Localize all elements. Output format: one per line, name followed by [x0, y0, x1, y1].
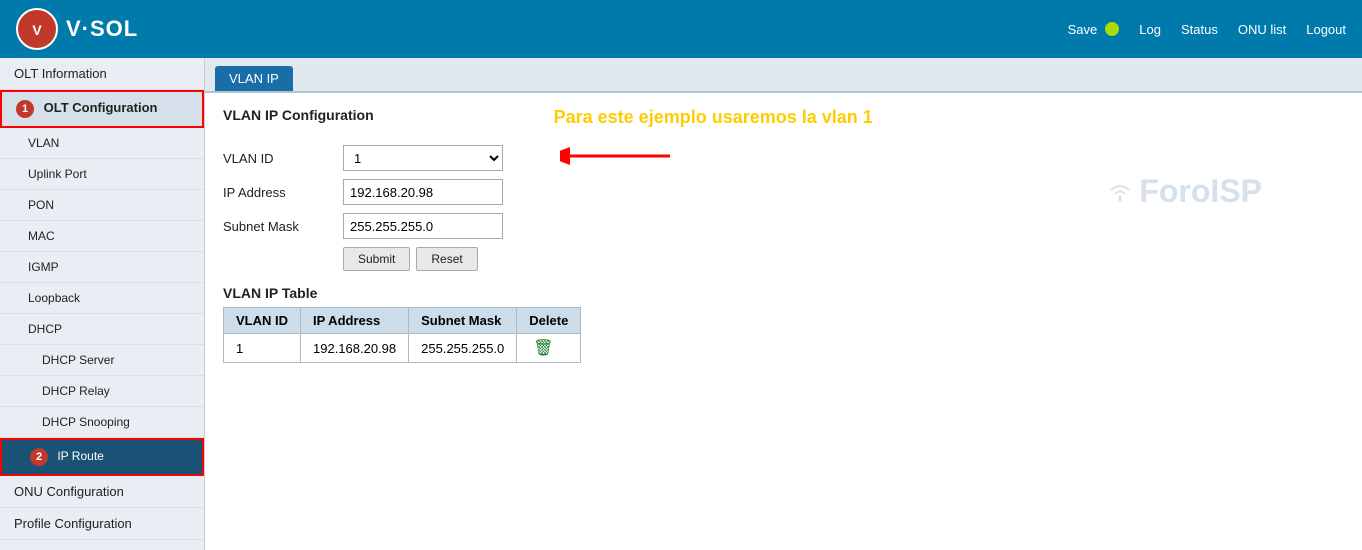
- vsol-logo-icon: V: [16, 8, 58, 50]
- sidebar-item-dhcp-relay[interactable]: DHCP Relay: [0, 376, 204, 407]
- col-subnet-mask: Subnet Mask: [409, 308, 517, 334]
- delete-row-button[interactable]: 🗑: [529, 338, 557, 358]
- sidebar-item-uplink-port[interactable]: Uplink Port: [0, 159, 204, 190]
- sidebar-item-loopback[interactable]: Loopback: [0, 283, 204, 314]
- sidebar-item-dhcp-server[interactable]: DHCP Server: [0, 345, 204, 376]
- sidebar-item-vlan[interactable]: VLAN: [0, 128, 204, 159]
- status-indicator: [1105, 22, 1119, 36]
- sidebar-item-dhcp[interactable]: DHCP: [0, 314, 204, 345]
- sidebar-item-igmp[interactable]: IGMP: [0, 252, 204, 283]
- sidebar-item-profile-configuration[interactable]: Profile Configuration: [0, 508, 204, 540]
- header-nav: Log Status ONU list Logout: [1139, 22, 1346, 37]
- watermark: ForoISP: [1105, 173, 1262, 210]
- nav-status[interactable]: Status: [1181, 22, 1218, 37]
- sidebar: OLT Information 1 OLT Configuration VLAN…: [0, 58, 205, 550]
- logo-area: V V·SOL: [16, 8, 138, 50]
- table-section-title: VLAN IP Table: [223, 285, 1344, 301]
- vlan-id-label: VLAN ID: [223, 151, 343, 166]
- form-row-vlan-id: VLAN ID 1 2 3: [223, 145, 1344, 171]
- ip-address-input[interactable]: [343, 179, 503, 205]
- sidebar-item-dhcp-snooping[interactable]: DHCP Snooping: [0, 407, 204, 438]
- logo-text: V·SOL: [66, 16, 138, 42]
- annotation-text: Para este ejemplo usaremos la vlan 1: [554, 107, 873, 128]
- header-save: Save: [1068, 22, 1120, 37]
- badge-2: 2: [30, 448, 48, 466]
- sidebar-label-loopback: Loopback: [28, 291, 80, 305]
- row-delete-cell: 🗑: [517, 334, 581, 363]
- main-content: VLAN IP VLAN IP Configuration Para este …: [205, 58, 1362, 550]
- nav-onu-list[interactable]: ONU list: [1238, 22, 1286, 37]
- row-subnet-mask: 255.255.255.0: [409, 334, 517, 363]
- subnet-mask-label: Subnet Mask: [223, 219, 343, 234]
- badge-1: 1: [16, 100, 34, 118]
- sidebar-item-system-configuration[interactable]: System Configuration: [0, 540, 204, 550]
- content-area: VLAN IP Configuration Para este ejemplo …: [205, 93, 1362, 377]
- sidebar-label-dhcp-snooping: DHCP Snooping: [42, 415, 130, 429]
- annotation-area: Para este ejemplo usaremos la vlan 1: [554, 107, 873, 128]
- sidebar-label-olt-configuration: OLT Configuration: [44, 100, 158, 115]
- sidebar-item-ip-route[interactable]: 2 IP Route: [0, 438, 204, 476]
- layout: OLT Information 1 OLT Configuration VLAN…: [0, 58, 1362, 550]
- col-vlan-id: VLAN ID: [224, 308, 301, 334]
- sidebar-item-olt-information[interactable]: OLT Information: [0, 58, 204, 90]
- vlan-id-select[interactable]: 1 2 3: [343, 145, 503, 171]
- ip-address-label: IP Address: [223, 185, 343, 200]
- nav-logout[interactable]: Logout: [1306, 22, 1346, 37]
- sidebar-item-olt-configuration[interactable]: 1 OLT Configuration: [0, 90, 204, 128]
- sidebar-item-pon[interactable]: PON: [0, 190, 204, 221]
- submit-button[interactable]: Submit: [343, 247, 410, 271]
- col-ip-address: IP Address: [301, 308, 409, 334]
- sidebar-label-ip-route: IP Route: [57, 449, 103, 463]
- sidebar-label-uplink-port: Uplink Port: [28, 167, 87, 181]
- section-title: VLAN IP Configuration: [223, 107, 374, 123]
- title-row: VLAN IP Configuration Para este ejemplo …: [223, 107, 1344, 135]
- tab-bar: VLAN IP: [205, 58, 1362, 93]
- sidebar-item-onu-configuration[interactable]: ONU Configuration: [0, 476, 204, 508]
- sidebar-label-mac: MAC: [28, 229, 55, 243]
- foro-wifi-icon: [1105, 177, 1135, 207]
- sidebar-label-dhcp: DHCP: [28, 322, 62, 336]
- sidebar-label-dhcp-server: DHCP Server: [42, 353, 114, 367]
- col-delete: Delete: [517, 308, 581, 334]
- save-label[interactable]: Save: [1068, 22, 1098, 37]
- sidebar-label-igmp: IGMP: [28, 260, 59, 274]
- tab-vlan-ip[interactable]: VLAN IP: [215, 66, 293, 91]
- row-vlan-id: 1: [224, 334, 301, 363]
- form-buttons: Submit Reset: [223, 247, 1344, 271]
- sidebar-label-onu-configuration: ONU Configuration: [14, 484, 124, 499]
- header: V V·SOL Save Log Status ONU list Logout: [0, 0, 1362, 58]
- sidebar-label-pon: PON: [28, 198, 54, 212]
- watermark-text: ForoISP: [1139, 173, 1262, 210]
- svg-text:V: V: [32, 22, 42, 38]
- form-row-subnet-mask: Subnet Mask: [223, 213, 1344, 239]
- tab-vlan-ip-label: VLAN IP: [229, 71, 279, 86]
- nav-log[interactable]: Log: [1139, 22, 1161, 37]
- sidebar-item-mac[interactable]: MAC: [0, 221, 204, 252]
- sidebar-label-olt-information: OLT Information: [14, 66, 107, 81]
- sidebar-label-vlan: VLAN: [28, 136, 59, 150]
- reset-button[interactable]: Reset: [416, 247, 477, 271]
- table-row: 1 192.168.20.98 255.255.255.0 🗑: [224, 334, 581, 363]
- sidebar-label-dhcp-relay: DHCP Relay: [42, 384, 110, 398]
- row-ip-address: 192.168.20.98: [301, 334, 409, 363]
- subnet-mask-input[interactable]: [343, 213, 503, 239]
- sidebar-label-profile-configuration: Profile Configuration: [14, 516, 132, 531]
- header-right: Save Log Status ONU list Logout: [1068, 22, 1346, 37]
- vlan-ip-table: VLAN ID IP Address Subnet Mask Delete 1 …: [223, 307, 581, 363]
